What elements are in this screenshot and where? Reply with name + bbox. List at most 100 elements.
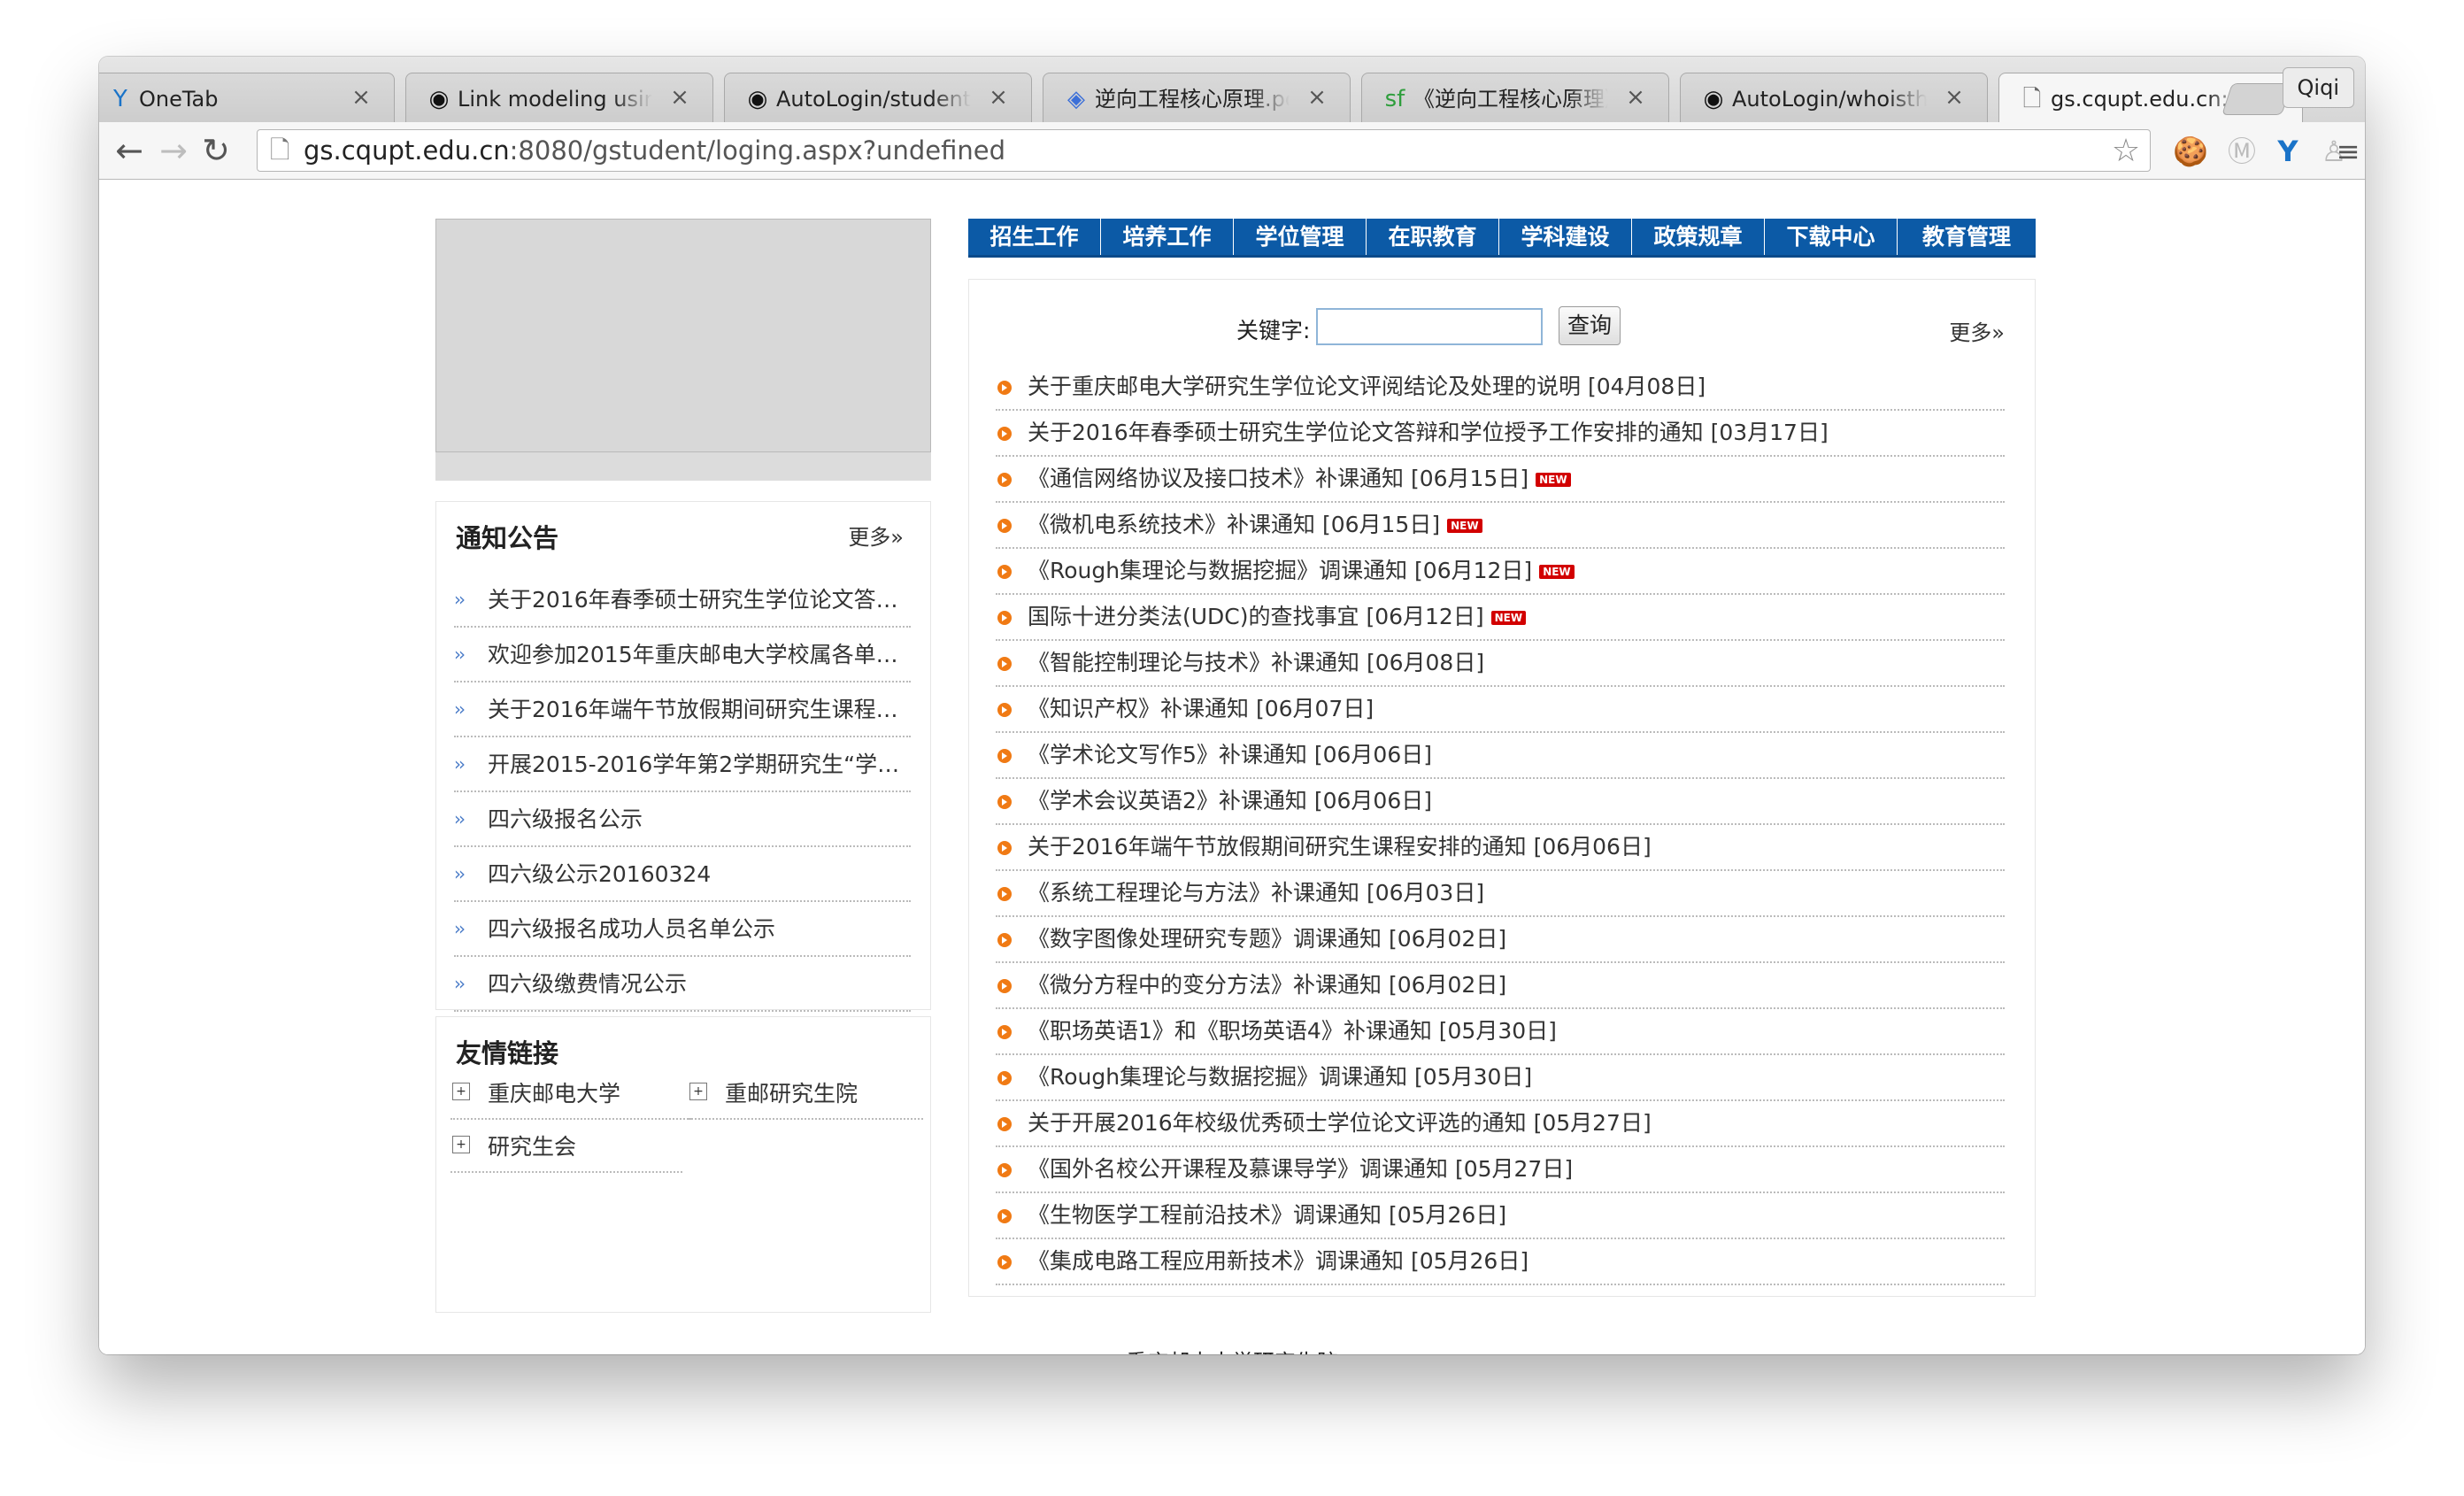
browser-tab[interactable]: ◈ 逆向工程核心原理.pd × [1043, 73, 1351, 122]
nav-item[interactable]: 下载中心 [1765, 219, 1898, 255]
back-arrow-icon[interactable]: ← [110, 131, 149, 170]
tab-close-icon[interactable]: × [666, 84, 693, 111]
nav-item[interactable]: 学位管理 [1234, 219, 1367, 255]
web-page: 通知公告 更多» ›› 关于2016年春季硕士研究生学位论文答辩和学位授予工作安排… [99, 180, 2365, 1354]
address-bar[interactable]: 🗋 gs.cqupt.edu.cn:8080/gstudent/loging.a… [257, 129, 2151, 172]
profile-button[interactable]: Qiqi [2282, 67, 2354, 108]
news-item-label: 《生物医学工程前沿技术》调课通知 [05月26日] [1028, 1200, 1506, 1230]
tab-close-icon[interactable]: × [1941, 84, 1967, 111]
news-item-label: 《Rough集理论与数据挖掘》调课通知 [06月12日] NEW [1028, 556, 1575, 586]
browser-tab[interactable]: ◉ AutoLogin/student-l × [724, 73, 1032, 122]
page-icon: 🗋 [270, 135, 290, 165]
browser-tab[interactable]: sf 《逆向工程核心原理》 × [1361, 73, 1669, 122]
search-label: 关键字: [1236, 318, 1311, 343]
news-item[interactable]: 《国外名校公开课程及慕课导学》调课通知 [05月27日] [996, 1147, 2005, 1193]
nav-item[interactable]: 在职教育 [1367, 219, 1499, 255]
news-item-text: 关于重庆邮电大学研究生学位论文评阅结论及处理的说明 [04月08日] [1028, 374, 1706, 399]
notice-item[interactable]: ›› 关于2016年端午节放假期间研究生课程安排的通知 [454, 682, 911, 737]
link-cqupt[interactable]: + 重庆邮电大学 [450, 1079, 691, 1120]
cookie-extension-icon[interactable]: 🍪 [2172, 133, 2209, 170]
footer-text: 重庆邮电大学研究生院 [99, 1345, 2365, 1354]
news-item[interactable]: 《通信网络协议及接口技术》补课通知 [06月15日] NEW [996, 457, 2005, 503]
url-path: :8080/gstudent/loging.aspx?undefined [509, 135, 1006, 166]
news-item[interactable]: 《Rough集理论与数据挖掘》调课通知 [06月12日] NEW [996, 549, 2005, 595]
notice-item[interactable]: ›› 四六级报名公示 [454, 792, 911, 847]
tab-favicon-icon: ◈ [1067, 86, 1085, 112]
tab-title: AutoLogin/whoisthis [1732, 87, 1927, 112]
news-item[interactable]: 关于重庆邮电大学研究生学位论文评阅结论及处理的说明 [04月08日] [996, 365, 2005, 411]
news-item[interactable]: 《学术会议英语2》补课通知 [06月06日] [996, 779, 2005, 825]
news-item-text: 《职场英语1》和《职场英语4》补课通知 [05月30日] [1028, 1018, 1557, 1044]
notice-item[interactable]: ›› 开展2015-2016学年第2学期研究生“学评教”工作 [454, 737, 911, 792]
notices-more-link[interactable]: 更多» [848, 520, 904, 551]
notice-item-label: 开展2015-2016学年第2学期研究生“学评教”工作 [488, 752, 909, 777]
news-item[interactable]: 《智能控制理论与技术》补课通知 [06月08日] [996, 641, 2005, 687]
news-item[interactable]: 《学术论文写作5》补课通知 [06月06日] [996, 733, 2005, 779]
tab-close-icon[interactable]: × [1622, 84, 1649, 111]
arrow-bullet-icon [997, 381, 1012, 395]
double-arrow-icon: ›› [454, 973, 466, 994]
tab-close-icon[interactable]: × [985, 84, 1012, 111]
news-item[interactable]: 《职场英语1》和《职场英语4》补课通知 [05月30日] [996, 1009, 2005, 1055]
arrow-bullet-icon [997, 1163, 1012, 1177]
news-item-text: 《学术会议英语2》补课通知 [06月06日] [1028, 788, 1432, 814]
news-item-text: 《通信网络协议及接口技术》补课通知 [06月15日] [1028, 466, 1529, 491]
tab-favicon-icon: ◉ [747, 86, 768, 112]
links-title: 友情链接 [456, 1038, 559, 1068]
tab-favicon-icon: Y [113, 86, 127, 112]
news-item-text: 《Rough集理论与数据挖掘》调课通知 [06月12日] [1028, 558, 1533, 583]
nav-item[interactable]: 招生工作 [968, 219, 1101, 255]
links-panel: 友情链接 + 重庆邮电大学 + 重邮研究生院 + 研究生会 [435, 1016, 931, 1313]
news-item[interactable]: 《系统工程理论与方法》补课通知 [06月03日] [996, 871, 2005, 917]
nav-item[interactable]: 教育管理 [1898, 219, 2036, 255]
link-label: 研究生会 [488, 1134, 577, 1160]
news-item[interactable]: 国际十进分类法(UDC)的查找事宜 [06月12日] NEW [996, 595, 2005, 641]
reload-icon[interactable]: ↻ [196, 131, 235, 170]
news-item[interactable]: 《数字图像处理研究专题》调课通知 [06月02日] [996, 917, 2005, 963]
tab-close-icon[interactable]: × [1304, 84, 1330, 111]
tab-favicon-icon: sf [1384, 86, 1405, 112]
forward-arrow-icon[interactable]: → [154, 131, 193, 170]
news-item[interactable]: 《微分方程中的变分方法》补课通知 [06月02日] [996, 963, 2005, 1009]
news-item[interactable]: 关于2016年端午节放假期间研究生课程安排的通知 [06月06日] [996, 825, 2005, 871]
news-item[interactable]: 《微机电系统技术》补课通知 [06月15日] NEW [996, 503, 2005, 549]
new-tab-button[interactable] [2221, 83, 2292, 115]
notice-item[interactable]: ›› 欢迎参加2015年重庆邮电大学校属各单位招聘 [454, 628, 911, 682]
tab-close-icon[interactable]: × [348, 84, 374, 111]
address-url[interactable]: gs.cqupt.edu.cn:8080/gstudent/loging.asp… [304, 130, 1005, 171]
news-more-link[interactable]: 更多» [1949, 315, 2005, 346]
news-item[interactable]: 《Rough集理论与数据挖掘》调课通知 [05月30日] [996, 1055, 2005, 1101]
notice-item[interactable]: ›› 关于2016年春季硕士研究生学位论文答辩和学位授予工作安排的通知 [454, 573, 911, 628]
browser-tab[interactable]: ◉ Link modeling using × [405, 73, 713, 122]
notice-item[interactable]: ›› 四六级报名成功人员名单公示 [454, 902, 911, 957]
browser-tab[interactable]: Y OneTab × [99, 73, 395, 122]
notice-item[interactable]: ›› 四六级缴费情况公示 [454, 957, 911, 1012]
link-graduate-school[interactable]: + 重邮研究生院 [688, 1079, 923, 1120]
nav-item[interactable]: 政策规章 [1632, 219, 1765, 255]
news-item[interactable]: 《集成电路工程应用新技术》调课通知 [05月26日] [996, 1239, 2005, 1285]
news-item[interactable]: 关于开展2016年校级优秀硕士学位论文评选的通知 [05月27日] [996, 1101, 2005, 1147]
news-panel: 关键字: 查询 更多» 关于重庆邮电大学研究生学位论文评阅结论及处理的说明 [0… [968, 279, 2036, 1297]
search-button[interactable]: 查询 [1559, 306, 1621, 345]
news-item-text: 《智能控制理论与技术》补课通知 [06月08日] [1028, 650, 1485, 675]
m-extension-icon[interactable]: Ⓜ [2223, 133, 2260, 170]
notice-item[interactable]: ›› 四六级公示20160324 [454, 847, 911, 902]
news-item-label: 《通信网络协议及接口技术》补课通知 [06月15日] NEW [1028, 464, 1571, 494]
notice-item-label: 欢迎参加2015年重庆邮电大学校属各单位招聘 [488, 642, 909, 667]
news-item[interactable]: 关于2016年春季硕士研究生学位论文答辩和学位授予工作安排的通知 [03月17日… [996, 411, 2005, 457]
arrow-bullet-icon [997, 1117, 1012, 1131]
onetab-extension-icon[interactable]: Y [2269, 133, 2306, 170]
browser-tab[interactable]: ◉ AutoLogin/whoisthis × [1680, 73, 1988, 122]
nav-item[interactable]: 学科建设 [1499, 219, 1632, 255]
bookmark-star-icon[interactable]: ☆ [2109, 135, 2143, 168]
menu-icon[interactable]: ≡ [2335, 133, 2361, 170]
tab-title: OneTab [139, 87, 219, 112]
nav-item[interactable]: 培养工作 [1101, 219, 1234, 255]
news-item-text: 《Rough集理论与数据挖掘》调课通知 [05月30日] [1028, 1064, 1533, 1090]
news-item-text: 《生物医学工程前沿技术》调课通知 [05月26日] [1028, 1202, 1507, 1228]
link-student-union[interactable]: + 研究生会 [450, 1132, 682, 1173]
news-item[interactable]: 《生物医学工程前沿技术》调课通知 [05月26日] [996, 1193, 2005, 1239]
news-item-text: 《知识产权》补课通知 [06月07日] [1028, 696, 1374, 721]
news-item[interactable]: 《知识产权》补课通知 [06月07日] [996, 687, 2005, 733]
search-input[interactable] [1316, 308, 1543, 345]
